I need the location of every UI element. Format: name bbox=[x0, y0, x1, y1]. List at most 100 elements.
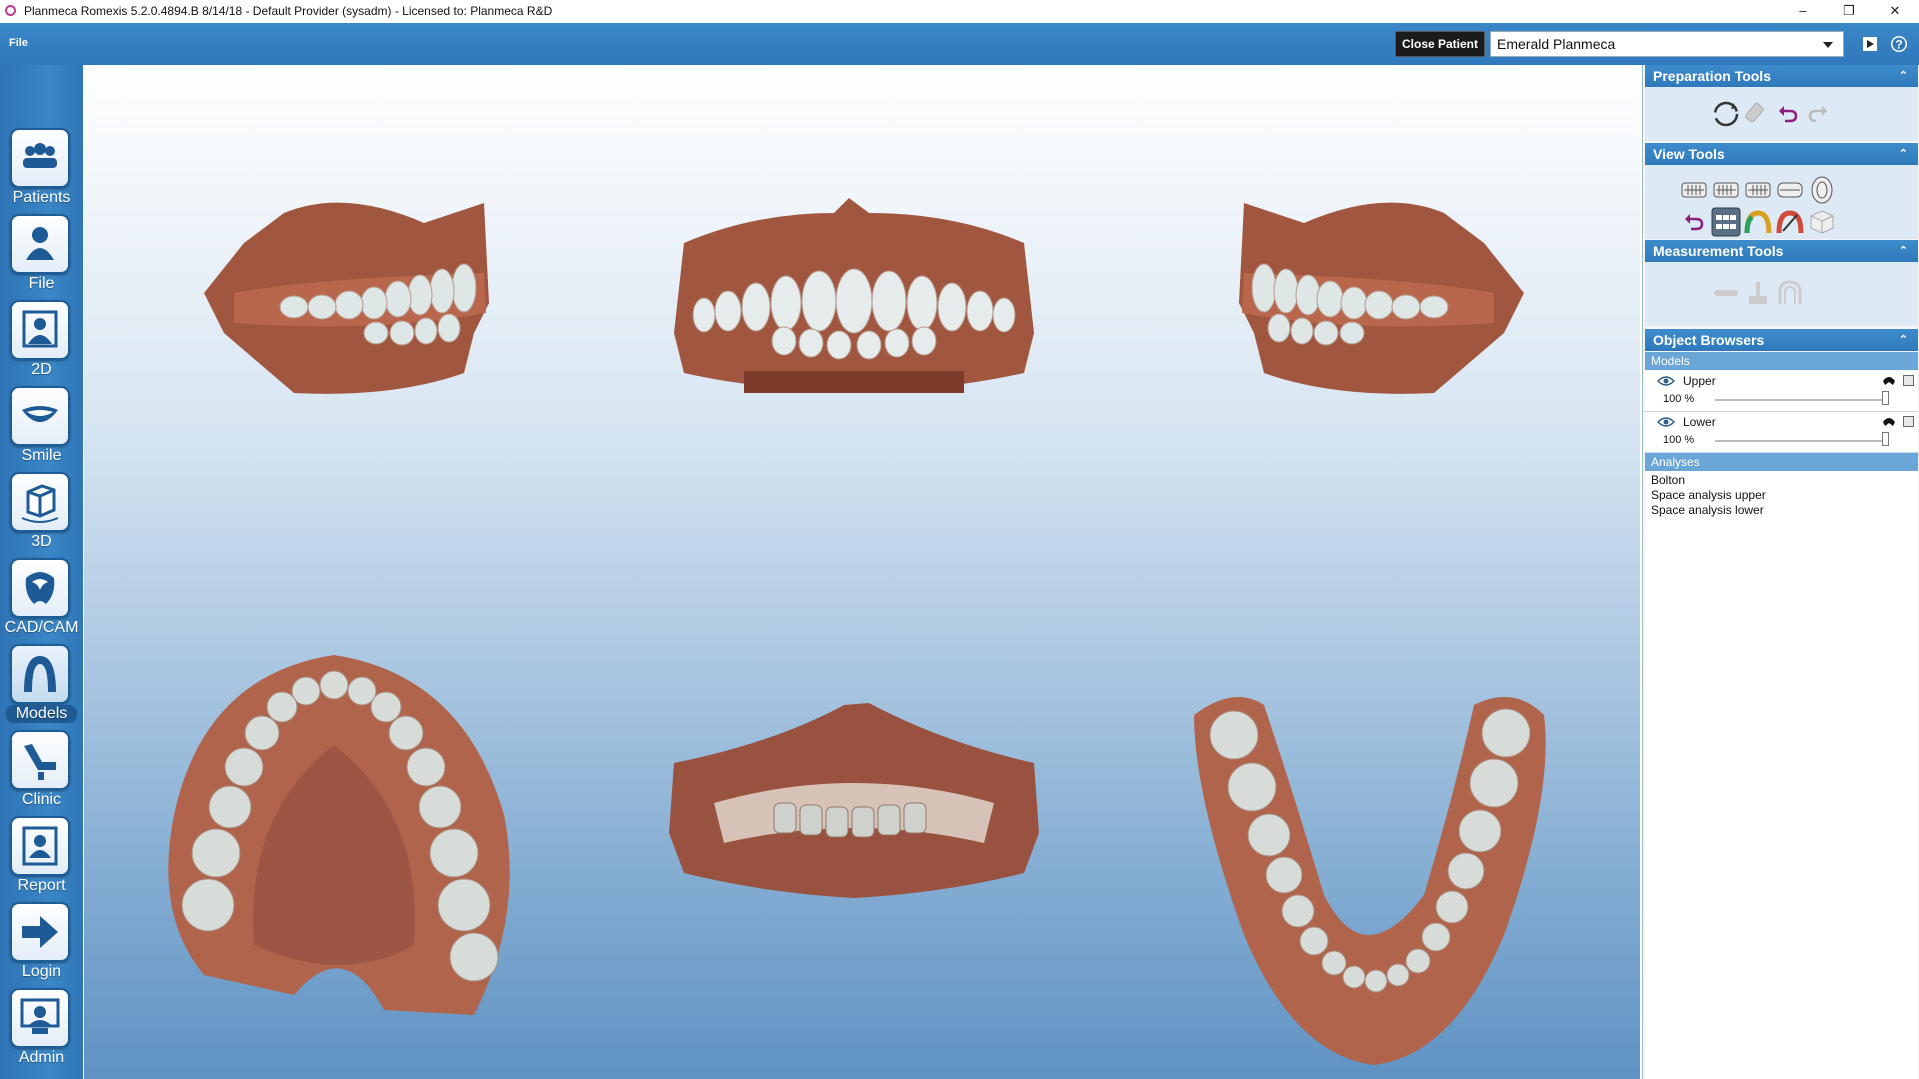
section-title: Measurement Tools bbox=[1653, 243, 1784, 259]
smile-tile bbox=[10, 386, 70, 446]
3d-icon bbox=[21, 484, 59, 523]
opacity-slider[interactable] bbox=[1715, 399, 1885, 401]
sidebar-item-2d[interactable]: 2D bbox=[0, 297, 83, 383]
fullscreen-icon bbox=[1863, 37, 1877, 51]
screen-toggle-button[interactable] bbox=[1858, 32, 1882, 56]
sidebar-item-smile[interactable]: Smile bbox=[0, 383, 83, 469]
section-title: View Tools bbox=[1653, 146, 1725, 162]
model-view-left[interactable] bbox=[1174, 183, 1534, 413]
model-checkbox[interactable] bbox=[1903, 416, 1914, 427]
sidebar-item-label: Models bbox=[6, 705, 77, 723]
close-window-button[interactable]: ✕ bbox=[1872, 0, 1918, 22]
sidebar-item-patients[interactable]: Patients bbox=[0, 125, 83, 211]
cadcam-icon bbox=[25, 572, 55, 604]
analysis-item-space-lower[interactable]: Space analysis lower bbox=[1651, 503, 1764, 517]
model-view-front[interactable] bbox=[654, 183, 1054, 413]
undo-icon[interactable] bbox=[1773, 99, 1803, 129]
opacity-value: 100 % bbox=[1663, 393, 1695, 405]
file-menu[interactable]: File bbox=[9, 37, 28, 49]
cube-view-icon[interactable] bbox=[1807, 207, 1837, 237]
sidebar-item-3d[interactable]: 3D bbox=[0, 469, 83, 555]
models-subheader: Models bbox=[1645, 352, 1918, 370]
analysis-item-bolton[interactable]: Bolton bbox=[1651, 473, 1685, 487]
app-logo-icon bbox=[5, 5, 16, 16]
view-occlusal-icon[interactable] bbox=[1807, 175, 1837, 205]
cadcam-tile bbox=[10, 558, 70, 618]
view-front-icon[interactable] bbox=[1711, 175, 1741, 205]
sidebar-item-clinic[interactable]: Clinic bbox=[0, 727, 83, 813]
close-patient-button[interactable]: Close Patient bbox=[1395, 31, 1485, 57]
clinic-icon bbox=[24, 744, 56, 780]
2d-icon bbox=[22, 310, 58, 348]
3d-tile bbox=[10, 472, 70, 532]
mask-icon[interactable] bbox=[1881, 373, 1897, 387]
view-tools-body bbox=[1645, 165, 1918, 239]
help-button[interactable]: ? bbox=[1887, 32, 1911, 56]
distance-measure-icon[interactable] bbox=[1711, 278, 1741, 308]
gradient-map-icon[interactable] bbox=[1775, 207, 1805, 237]
model-row-upper[interactable]: Upper 100 % bbox=[1645, 371, 1918, 412]
sidebar-item-report[interactable]: Report bbox=[0, 813, 83, 899]
report-icon bbox=[22, 826, 58, 866]
sidebar-item-models[interactable]: Models bbox=[0, 641, 83, 727]
opacity-slider[interactable] bbox=[1715, 440, 1885, 442]
admin-icon bbox=[20, 998, 60, 1034]
redo-icon[interactable] bbox=[1803, 99, 1833, 129]
multi-view-icon[interactable] bbox=[1711, 207, 1741, 237]
analyses-subheader: Analyses bbox=[1645, 453, 1918, 471]
rotate-model-icon[interactable] bbox=[1711, 99, 1741, 129]
sidebar-item-file[interactable]: File bbox=[0, 211, 83, 297]
file-tile bbox=[10, 214, 70, 274]
collapse-icon: ⌃ bbox=[1898, 245, 1908, 257]
module-sidebar: Patients File 2D Smile 3D CAD/CAM Models… bbox=[0, 65, 83, 1079]
sidebar-item-cadcam[interactable]: CAD/CAM bbox=[0, 555, 83, 641]
eye-icon[interactable] bbox=[1657, 375, 1675, 387]
report-tile bbox=[10, 816, 70, 876]
section-title: Object Browsers bbox=[1653, 332, 1765, 348]
smile-icon bbox=[22, 406, 58, 422]
object-browsers-header[interactable]: Object Browsers ⌃ bbox=[1645, 329, 1918, 351]
preparation-tools-body bbox=[1645, 87, 1918, 141]
opacity-slider-thumb[interactable] bbox=[1882, 391, 1889, 405]
minimize-button[interactable]: – bbox=[1780, 0, 1826, 22]
view-back-icon[interactable] bbox=[1775, 175, 1805, 205]
measurement-tools-header[interactable]: Measurement Tools ⌃ bbox=[1645, 240, 1918, 262]
model-view-posterior[interactable] bbox=[654, 693, 1054, 923]
tools-panel: Preparation Tools ⌃ View Tools ⌃ Measureme… bbox=[1642, 65, 1919, 1079]
height-measure-icon[interactable] bbox=[1743, 278, 1773, 308]
mask-icon[interactable] bbox=[1881, 414, 1897, 428]
model-view-right[interactable] bbox=[194, 183, 554, 413]
model-viewport[interactable] bbox=[84, 65, 1640, 1079]
sidebar-item-admin[interactable]: Admin bbox=[0, 985, 83, 1071]
file-icon bbox=[26, 227, 54, 260]
sidebar-item-label: Smile bbox=[21, 447, 62, 464]
measurement-tools-body bbox=[1645, 262, 1918, 326]
restore-button[interactable]: ❐ bbox=[1826, 0, 1872, 22]
eraser-icon[interactable] bbox=[1741, 99, 1771, 129]
analyses-list: Bolton Space analysis upper Space analys… bbox=[1645, 471, 1918, 1079]
view-tools-header[interactable]: View Tools ⌃ bbox=[1645, 143, 1918, 165]
color-map-icon[interactable] bbox=[1743, 207, 1773, 237]
collapse-icon: ⌃ bbox=[1898, 334, 1908, 346]
opacity-slider-thumb[interactable] bbox=[1882, 432, 1889, 446]
view-right-icon[interactable] bbox=[1679, 175, 1709, 205]
sidebar-item-login[interactable]: Login bbox=[0, 899, 83, 985]
model-view-lower-occlusal[interactable] bbox=[1174, 675, 1574, 1075]
view-left-icon[interactable] bbox=[1743, 175, 1773, 205]
reset-view-icon[interactable] bbox=[1679, 207, 1709, 237]
opacity-value: 100 % bbox=[1663, 434, 1695, 446]
patient-name: Emerald Planmeca bbox=[1497, 36, 1616, 52]
window-title: Planmeca Romexis 5.2.0.4894.B 8/14/18 - … bbox=[24, 4, 553, 18]
eye-icon[interactable] bbox=[1657, 416, 1675, 428]
patient-dropdown[interactable]: Emerald Planmeca bbox=[1490, 31, 1844, 57]
collapse-icon: ⌃ bbox=[1898, 148, 1908, 160]
help-icon: ? bbox=[1891, 36, 1907, 52]
analysis-item-space-upper[interactable]: Space analysis upper bbox=[1651, 488, 1766, 502]
patients-icon bbox=[23, 143, 57, 168]
sidebar-item-label: Admin bbox=[18, 1049, 65, 1066]
model-checkbox[interactable] bbox=[1903, 375, 1914, 386]
model-row-lower[interactable]: Lower 100 % bbox=[1645, 412, 1918, 453]
arch-measure-icon[interactable] bbox=[1775, 278, 1805, 308]
model-view-upper-occlusal[interactable] bbox=[144, 615, 544, 1035]
preparation-tools-header[interactable]: Preparation Tools ⌃ bbox=[1645, 65, 1918, 87]
